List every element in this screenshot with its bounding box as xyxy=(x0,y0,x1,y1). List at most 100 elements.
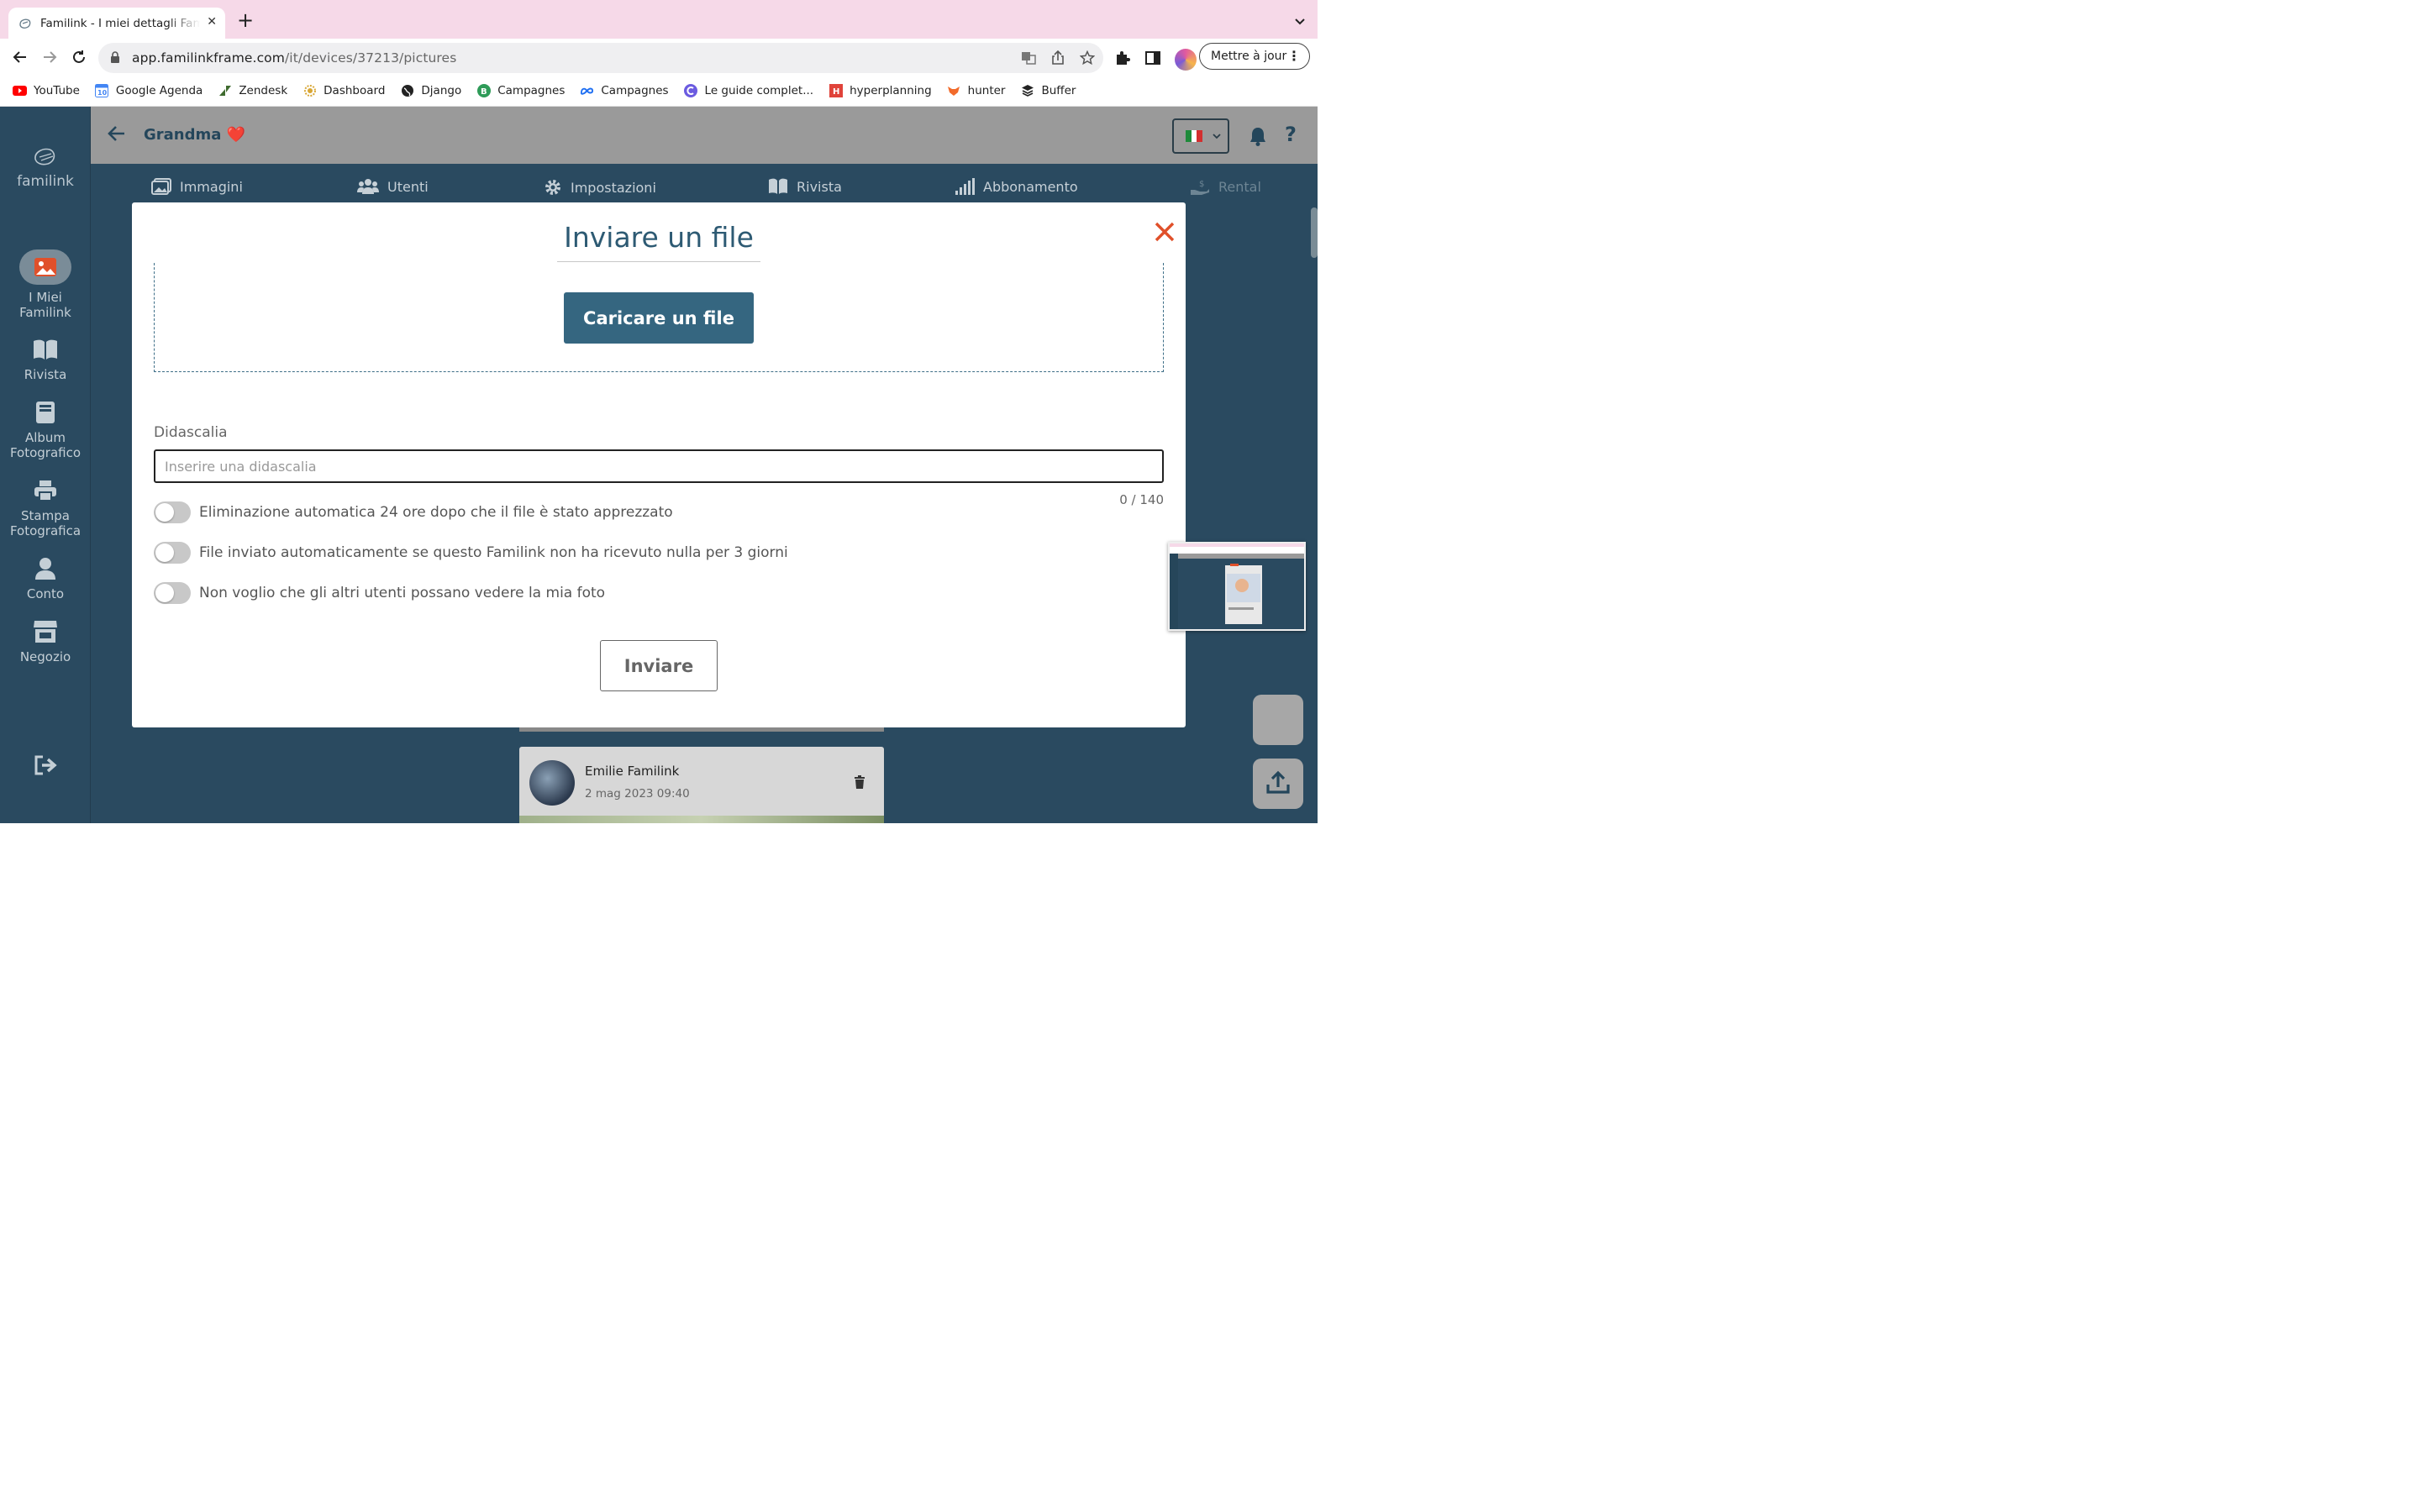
logout-icon[interactable] xyxy=(34,755,57,779)
printer-icon xyxy=(33,478,58,503)
bookmark-label: Django xyxy=(421,84,462,97)
tab-users[interactable]: Utenti xyxy=(357,178,429,195)
bell-icon[interactable] xyxy=(1249,126,1267,150)
chevron-down-icon[interactable] xyxy=(1294,13,1306,29)
close-tab-icon[interactable]: ✕ xyxy=(207,15,217,29)
tab-subscription[interactable]: Abbonamento xyxy=(955,178,1078,195)
bookmarks-bar: YouTube 10 Google Agenda Zendesk Dashboard Dj… xyxy=(0,76,1318,107)
toggle-label: Eliminazione automatica 24 ore dopo che … xyxy=(199,504,673,521)
dashboard-icon xyxy=(302,84,317,98)
send-button[interactable]: Inviare xyxy=(600,640,718,691)
sidebar-item-my-familink[interactable]: I Miei Familink xyxy=(0,249,91,320)
familink-logo: familink xyxy=(17,145,74,190)
browser-tab-strip: Familink - I miei dettagli Familink ✕ + xyxy=(0,0,1318,39)
caption-label: Didascalia xyxy=(154,424,228,441)
bookmark-label: Zendesk xyxy=(239,84,288,97)
auto-send-toggle[interactable] xyxy=(154,542,191,564)
album-icon xyxy=(33,400,58,425)
bookmark-item[interactable]: YouTube xyxy=(13,84,80,98)
url-text: app.familinkframe.com/it/devices/37213/p… xyxy=(132,50,456,66)
bookmark-item[interactable]: Buffer xyxy=(1020,84,1076,98)
sidebar-item-photo-album[interactable]: Album Fotografico xyxy=(0,400,91,460)
help-icon[interactable]: ? xyxy=(1285,123,1297,146)
sidebar-item-magazine[interactable]: Rivista xyxy=(0,337,91,382)
lock-icon[interactable] xyxy=(110,50,120,66)
scrollbar[interactable] xyxy=(1311,207,1318,258)
bookmark-item[interactable]: Campagnes xyxy=(580,84,669,98)
upload-file-button[interactable]: Caricare un file xyxy=(564,292,754,344)
screenshot-preview-icon xyxy=(1170,543,1304,629)
tab-magazine[interactable]: Rivista xyxy=(768,178,842,195)
bookmark-item[interactable]: Le guide complet... xyxy=(684,84,814,98)
book-icon xyxy=(33,337,58,362)
users-icon xyxy=(357,178,379,195)
sender-name: Emilie Familink xyxy=(585,764,680,779)
menu-dots-icon[interactable]: ⋮ xyxy=(1287,48,1301,64)
browser-tab[interactable]: Familink - I miei dettagli Familink ✕ xyxy=(8,8,225,39)
trash-icon[interactable] xyxy=(854,775,865,792)
secondary-fab[interactable] xyxy=(1253,695,1303,745)
tab-rental[interactable]: $ Rental xyxy=(1190,178,1261,195)
sidebar-item-photo-print[interactable]: Stampa Fotografica xyxy=(0,478,91,538)
svg-text:$: $ xyxy=(1199,180,1204,189)
tab-settings[interactable]: Impostazioni xyxy=(544,178,656,197)
back-icon[interactable] xyxy=(10,47,30,67)
bookmark-item[interactable]: hunter xyxy=(947,84,1005,98)
url-host: app.familinkframe.com xyxy=(132,50,285,66)
sidebar-item-label: Album Fotografico xyxy=(9,430,82,460)
upload-fab-button[interactable] xyxy=(1253,759,1303,809)
fox-icon xyxy=(947,84,961,98)
language-select[interactable] xyxy=(1172,118,1229,154)
bookmark-item[interactable]: 10 Google Agenda xyxy=(95,84,203,98)
bookmark-item[interactable]: Hhyperplanning xyxy=(829,84,932,98)
toggle-row-private: Non voglio che gli altri utenti possano … xyxy=(154,582,605,604)
sidebar-item-account[interactable]: Conto xyxy=(0,556,91,601)
familink-favicon-icon xyxy=(18,17,32,30)
upload-file-modal: Inviare un file Caricare un file Didasca… xyxy=(132,202,1186,727)
device-title: Grandma ❤️ xyxy=(144,126,246,144)
sidebar-item-label: Rivista xyxy=(24,367,67,382)
svg-text:B: B xyxy=(481,87,487,97)
share-icon[interactable] xyxy=(1050,50,1065,69)
screenshot-thumbnail[interactable] xyxy=(1168,542,1306,631)
update-button[interactable]: Mettre à jour ⋮ xyxy=(1199,43,1310,70)
toggle-row-auto-delete: Eliminazione automatica 24 ore dopo che … xyxy=(154,501,673,523)
tab-label: Rivista xyxy=(797,178,842,195)
bookmark-label: Campagnes xyxy=(601,84,669,97)
new-tab-icon[interactable]: + xyxy=(237,10,254,30)
back-arrow-icon[interactable] xyxy=(108,125,126,145)
auto-delete-toggle[interactable] xyxy=(154,501,191,523)
side-panel-icon[interactable] xyxy=(1144,50,1161,70)
toggle-label: File inviato automaticamente se questo F… xyxy=(199,544,788,561)
italy-flag-icon xyxy=(1186,130,1203,142)
modal-title: Inviare un file xyxy=(564,221,754,254)
toggle-row-auto-send: File inviato automaticamente se questo F… xyxy=(154,542,788,564)
extensions-icon[interactable] xyxy=(1114,50,1131,70)
bookmark-label: Dashboard xyxy=(324,84,386,97)
bookmark-item[interactable]: B Campagnes xyxy=(476,84,565,98)
private-photo-toggle[interactable] xyxy=(154,582,191,604)
logo-text: familink xyxy=(17,173,74,190)
bookmark-label: Le guide complet... xyxy=(704,84,814,97)
tab-images[interactable]: Immagini xyxy=(151,178,243,195)
avatar xyxy=(529,760,575,806)
star-icon[interactable] xyxy=(1079,50,1096,69)
tab-label: Utenti xyxy=(387,178,429,195)
buffer-icon xyxy=(1020,84,1034,98)
profile-avatar[interactable] xyxy=(1175,49,1197,71)
picture-preview xyxy=(519,816,884,823)
address-bar[interactable]: app.familinkframe.com/it/devices/37213/p… xyxy=(98,43,1103,73)
zendesk-icon xyxy=(218,84,232,98)
sent-date: 2 mag 2023 09:40 xyxy=(585,787,690,801)
bookmark-item[interactable]: Zendesk xyxy=(218,84,287,98)
caption-input[interactable] xyxy=(154,449,1164,483)
close-icon[interactable] xyxy=(1154,221,1176,243)
bookmark-label: Buffer xyxy=(1041,84,1076,97)
forward-icon[interactable] xyxy=(39,47,60,67)
bookmark-item[interactable]: Dashboard xyxy=(302,84,385,98)
sidebar-item-shop[interactable]: Negozio xyxy=(0,619,91,664)
meta-icon xyxy=(580,84,594,98)
translate-icon[interactable] xyxy=(1021,50,1036,69)
reload-icon[interactable] xyxy=(69,47,89,67)
bookmark-item[interactable]: Django xyxy=(400,84,461,98)
